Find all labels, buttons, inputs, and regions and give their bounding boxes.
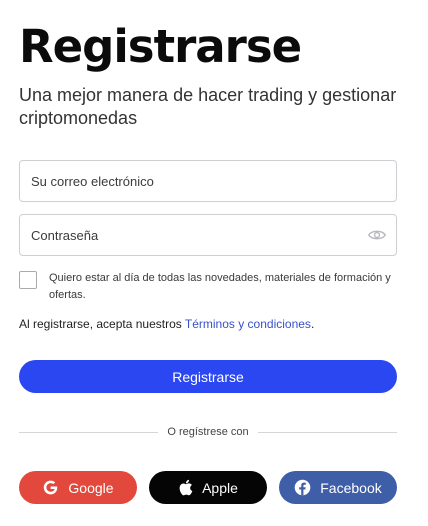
google-button[interactable]: Google: [19, 471, 137, 504]
google-g-icon: [44, 480, 58, 495]
terms-prefix: Al registrarse, acepta nuestros: [19, 317, 185, 331]
email-field-container: [19, 160, 397, 202]
terms-suffix: .: [310, 317, 315, 331]
newsletter-label: Quiero estar al día de todas las novedad…: [49, 272, 391, 301]
facebook-button-label: Facebook: [320, 479, 382, 496]
apple-button-label: Apple: [202, 479, 238, 496]
register-button[interactable]: Registrarse: [19, 360, 397, 393]
google-button-label: Google: [68, 479, 114, 496]
newsletter-row: Quiero estar al día de todas las novedad…: [19, 270, 399, 304]
apple-logo-icon: [179, 479, 193, 496]
facebook-button[interactable]: Facebook: [279, 471, 397, 504]
apple-button[interactable]: Apple: [149, 471, 267, 504]
password-field[interactable]: [20, 215, 396, 255]
divider-text: O regístrese con: [167, 426, 249, 438]
email-field[interactable]: [20, 161, 396, 201]
facebook-f-icon: [294, 479, 311, 496]
terms-text: Al registrarse, acepta nuestros Términos…: [19, 317, 314, 331]
divider-line-right: [257, 431, 398, 433]
eye-icon[interactable]: [368, 227, 386, 243]
social-divider: O regístrese con: [19, 424, 398, 440]
password-field-container: [19, 214, 397, 256]
page-title: Registrarse: [19, 20, 302, 73]
terms-link[interactable]: Términos y condiciones: [185, 317, 311, 331]
page-subtitle: Una mejor manera de hacer trading y gest…: [19, 85, 397, 128]
divider-line-left: [19, 431, 159, 433]
newsletter-checkbox[interactable]: [19, 271, 37, 289]
